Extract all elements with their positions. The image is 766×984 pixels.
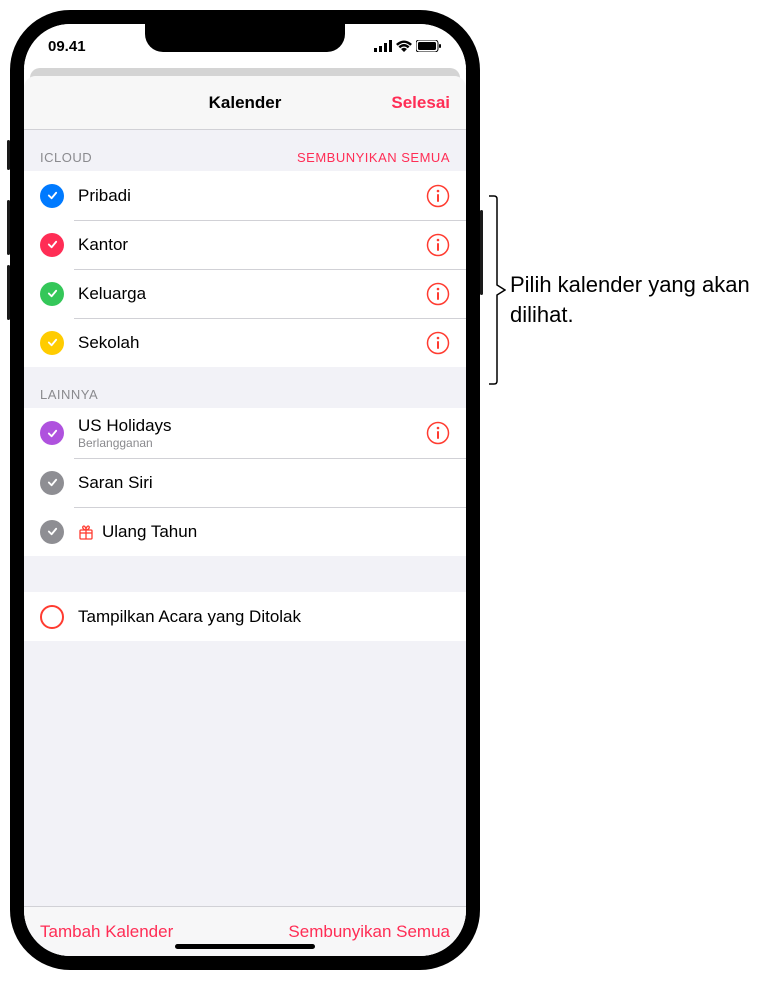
add-calendar-button[interactable]: Tambah Kalender <box>40 922 173 942</box>
calendar-label: Keluarga <box>78 284 426 304</box>
calendar-label: US Holidays <box>78 416 426 436</box>
calendar-row-sekolah[interactable]: Sekolah <box>24 318 466 367</box>
unchecked-circle-icon <box>40 605 64 629</box>
calendar-label: Pribadi <box>78 186 426 206</box>
section-title-lainnya: LAINNYA <box>40 387 98 402</box>
calendar-label: Saran Siri <box>78 473 450 493</box>
check-icon <box>40 282 64 306</box>
phone-frame: 09.41 Kalender Selesai <box>10 10 480 970</box>
volume-up-button <box>7 200 10 255</box>
info-button[interactable] <box>426 184 450 208</box>
hide-all-button[interactable]: Sembunyikan Semua <box>288 922 450 942</box>
gift-icon <box>78 524 94 540</box>
info-button[interactable] <box>426 282 450 306</box>
home-indicator[interactable] <box>175 944 315 949</box>
calendar-row-keluarga[interactable]: Keluarga <box>24 269 466 318</box>
spacer <box>24 556 466 592</box>
page-title: Kalender <box>209 93 282 113</box>
others-list: US Holidays Berlangganan Saran Siri <box>24 408 466 556</box>
content-scroll[interactable]: ICLOUD SEMBUNYIKAN SEMUA Pribadi <box>24 130 466 906</box>
calendar-row-kantor[interactable]: Kantor <box>24 220 466 269</box>
calendar-row-pribadi[interactable]: Pribadi <box>24 171 466 220</box>
icloud-list: Pribadi Kantor <box>24 171 466 367</box>
calendar-label: Ulang Tahun <box>102 522 450 542</box>
check-icon <box>40 184 64 208</box>
info-button[interactable] <box>426 233 450 257</box>
modal-sheet: Kalender Selesai ICLOUD SEMBUNYIKAN SEMU… <box>24 76 466 956</box>
notch <box>145 24 345 52</box>
modal-header: Kalender Selesai <box>24 76 466 130</box>
volume-down-button <box>7 265 10 320</box>
check-icon <box>40 331 64 355</box>
declined-list: Tampilkan Acara yang Ditolak <box>24 592 466 641</box>
check-icon <box>40 520 64 544</box>
section-header-lainnya: LAINNYA <box>24 367 466 408</box>
side-button <box>480 210 483 295</box>
hide-all-icloud-button[interactable]: SEMBUNYIKAN SEMUA <box>297 150 450 165</box>
callout-text: Pilih kalender yang akan dilihat. <box>510 270 766 329</box>
show-declined-row[interactable]: Tampilkan Acara yang Ditolak <box>24 592 466 641</box>
show-declined-label: Tampilkan Acara yang Ditolak <box>78 607 450 627</box>
done-button[interactable]: Selesai <box>391 93 450 113</box>
section-header-icloud: ICLOUD SEMBUNYIKAN SEMUA <box>24 130 466 171</box>
cellular-icon <box>374 40 392 52</box>
calendar-label: Kantor <box>78 235 426 255</box>
check-icon <box>40 471 64 495</box>
info-button[interactable] <box>426 331 450 355</box>
calendar-label: Sekolah <box>78 333 426 353</box>
battery-icon <box>416 40 442 52</box>
calendar-row-us-holidays[interactable]: US Holidays Berlangganan <box>24 408 466 458</box>
calendar-sublabel: Berlangganan <box>78 436 426 450</box>
check-icon <box>40 421 64 445</box>
status-time: 09.41 <box>48 38 86 55</box>
check-icon <box>40 233 64 257</box>
screen: 09.41 Kalender Selesai <box>24 24 466 956</box>
calendar-row-siri[interactable]: Saran Siri <box>24 458 466 507</box>
status-right <box>374 40 442 52</box>
info-button[interactable] <box>426 421 450 445</box>
silent-switch <box>7 140 10 170</box>
wifi-icon <box>396 40 412 52</box>
callout-bracket <box>488 195 506 385</box>
section-title-icloud: ICLOUD <box>40 150 92 165</box>
calendar-row-ulang-tahun[interactable]: Ulang Tahun <box>24 507 466 556</box>
